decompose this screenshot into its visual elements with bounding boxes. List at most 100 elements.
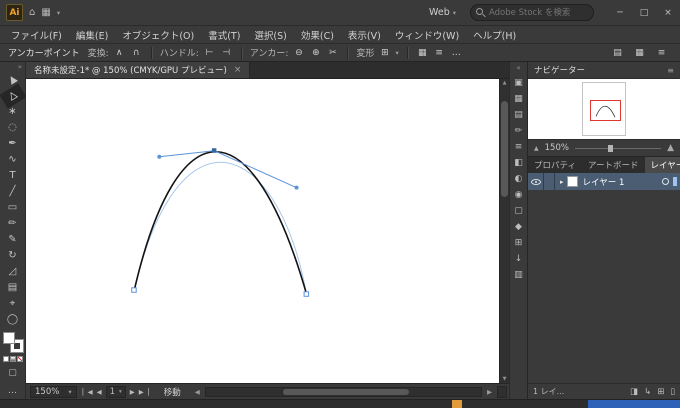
transparency-panel-icon[interactable]: ◐ <box>515 175 523 184</box>
menu-item-object[interactable]: オブジェクト(O) <box>115 28 201 42</box>
end-anchor-point[interactable] <box>303 291 310 297</box>
arrange-documents-icon[interactable]: ▦ <box>41 7 50 18</box>
menu-item-edit[interactable]: 編集(E) <box>69 28 115 42</box>
transform-label[interactable]: 変形 <box>356 46 374 59</box>
navigator-zoom-slider[interactable] <box>574 144 662 152</box>
line-segment-tool-icon[interactable]: ╱ <box>2 184 24 200</box>
start-anchor-point[interactable] <box>131 287 137 293</box>
more-options-icon[interactable]: … <box>450 46 463 60</box>
lock-toggle[interactable] <box>544 173 555 190</box>
tab-close-icon[interactable]: × <box>234 65 242 75</box>
magic-wand-tool-icon[interactable]: ∗ <box>2 104 24 120</box>
workspace-switcher[interactable]: Web ▾ <box>429 7 456 18</box>
links-panel-icon[interactable]: ⊞ <box>515 239 523 248</box>
layer-selection-indicator[interactable] <box>673 177 677 186</box>
delete-layer-icon[interactable]: ▯ <box>670 387 675 397</box>
panel-menu-icon[interactable]: ≡ <box>655 46 668 60</box>
zoom-in-icon[interactable]: ▲ <box>667 143 674 153</box>
last-artboard-button[interactable]: ▶▕ <box>139 388 149 396</box>
adobe-stock-search[interactable] <box>470 4 594 21</box>
minimize-button[interactable]: ─ <box>608 0 632 26</box>
asset-export-panel-icon[interactable]: ↓ <box>515 255 523 264</box>
artboard-canvas[interactable] <box>26 79 499 383</box>
zoom-out-icon[interactable]: ▲ <box>534 145 539 152</box>
new-sublayer-icon[interactable]: ↳ <box>644 387 651 397</box>
right-handle-point[interactable] <box>294 185 299 190</box>
layer-thumbnail[interactable] <box>566 176 578 187</box>
add-anchor-icon[interactable]: ⊕ <box>309 46 322 60</box>
hide-handles-icon[interactable]: ⊣ <box>220 46 233 60</box>
artboard-number-select[interactable]: 1 ▾ <box>105 385 126 398</box>
layer-target-circle-icon[interactable] <box>662 178 669 185</box>
disclosure-triangle-icon[interactable]: ▸ <box>560 178 564 186</box>
apex-anchor-point[interactable] <box>211 148 217 153</box>
navigator-panel-menu-icon[interactable]: ≡ <box>667 66 674 75</box>
document-setup-icon[interactable]: ▤ <box>611 46 624 60</box>
cut-path-icon[interactable]: ✂ <box>326 46 339 60</box>
remove-anchor-icon[interactable]: ⊖ <box>292 46 305 60</box>
pencil-tool-icon[interactable]: ✎ <box>2 232 24 248</box>
vertical-scrollbar[interactable]: ▲ ▼ <box>499 79 509 383</box>
previous-artboard-button[interactable]: ◀ <box>97 388 102 396</box>
navigator-view-box[interactable] <box>590 100 621 121</box>
make-clipping-mask-icon[interactable]: ◨ <box>630 387 638 397</box>
color-panel-icon[interactable]: ▣ <box>514 79 523 88</box>
home-icon[interactable]: ⌂ <box>29 7 35 18</box>
layer-row[interactable]: ▸ レイヤー 1 <box>528 173 680 190</box>
menu-item-type[interactable]: 書式(T) <box>201 28 247 42</box>
scroll-right-icon[interactable]: ▶ <box>485 388 494 396</box>
color-button[interactable] <box>2 356 9 362</box>
search-input[interactable] <box>470 4 594 21</box>
pen-tool-icon[interactable]: ✒ <box>2 136 24 152</box>
navigator-zoom-value[interactable]: 150% <box>545 143 569 153</box>
transform-caret-icon[interactable]: ▾ <box>395 49 398 57</box>
zoom-tool-icon[interactable]: ◯ <box>2 312 24 328</box>
fill-stroke-swatches[interactable] <box>2 331 24 353</box>
arrange-documents-caret-icon[interactable]: ▾ <box>57 9 60 17</box>
swatches-panel-icon[interactable]: ▤ <box>514 111 523 120</box>
convert-to-corner-icon[interactable]: ∧ <box>113 46 126 60</box>
toolbar-more-icon[interactable]: … <box>8 384 17 398</box>
left-handle-point[interactable] <box>157 154 162 159</box>
navigator-panel-header[interactable]: ナビゲーター ≡ <box>528 62 680 78</box>
horizontal-scroll-thumb[interactable] <box>282 388 410 395</box>
menu-item-help[interactable]: ヘルプ(H) <box>466 28 523 42</box>
fill-swatch[interactable] <box>2 332 15 344</box>
menu-item-window[interactable]: ウィンドウ(W) <box>388 28 466 42</box>
align-options-icon[interactable]: ▦ <box>416 46 429 60</box>
stroke-panel-icon[interactable]: ≡ <box>515 143 523 152</box>
maximize-button[interactable]: □ <box>632 0 656 26</box>
tab-layers[interactable]: レイヤー <box>644 157 680 173</box>
brushes-panel-icon[interactable]: ✏ <box>515 127 523 136</box>
gradient-panel-icon[interactable]: ◧ <box>514 159 523 168</box>
type-tool-icon[interactable]: T <box>2 168 24 184</box>
tab-properties[interactable]: プロパティ <box>528 157 582 173</box>
curvature-tool-icon[interactable]: ∿ <box>2 152 24 168</box>
document-tab[interactable]: 名称未設定-1* @ 150% (CMYK/GPU プレビュー) × <box>26 62 251 78</box>
gradient-tool-icon[interactable]: ▤ <box>2 280 24 296</box>
scroll-up-icon[interactable]: ▲ <box>500 80 509 86</box>
symbols-panel-icon[interactable]: ◆ <box>515 223 522 232</box>
navigator-thumbnail[interactable] <box>528 78 680 140</box>
lasso-tool-icon[interactable]: ◌ <box>2 120 24 136</box>
vertical-scroll-thumb[interactable] <box>501 101 508 197</box>
first-artboard-button[interactable]: ▏◀ <box>83 388 93 396</box>
rotate-tool-icon[interactable]: ↻ <box>2 248 24 264</box>
expand-panels-icon[interactable]: « <box>516 64 520 72</box>
visibility-toggle[interactable] <box>528 173 544 190</box>
rectangle-tool-icon[interactable]: ▭ <box>2 200 24 216</box>
close-button[interactable]: × <box>656 0 680 26</box>
scale-tool-icon[interactable]: ◿ <box>2 264 24 280</box>
horizontal-scrollbar[interactable] <box>204 386 482 397</box>
libraries-panel-icon[interactable]: ▥ <box>514 271 523 280</box>
gradient-button[interactable] <box>9 356 16 362</box>
isolate-selection-icon[interactable]: ≡ <box>433 46 446 60</box>
next-artboard-button[interactable]: ▶ <box>130 388 135 396</box>
menu-item-select[interactable]: 選択(S) <box>247 28 293 42</box>
preferences-icon[interactable]: ▦ <box>633 46 646 60</box>
paintbrush-tool-icon[interactable]: ✏ <box>2 216 24 232</box>
transform-grid-icon[interactable]: ⊞ <box>378 46 391 60</box>
menu-item-file[interactable]: ファイル(F) <box>4 28 69 42</box>
zoom-slider-thumb[interactable] <box>607 144 613 152</box>
tab-artboards[interactable]: アートボード <box>582 157 645 173</box>
